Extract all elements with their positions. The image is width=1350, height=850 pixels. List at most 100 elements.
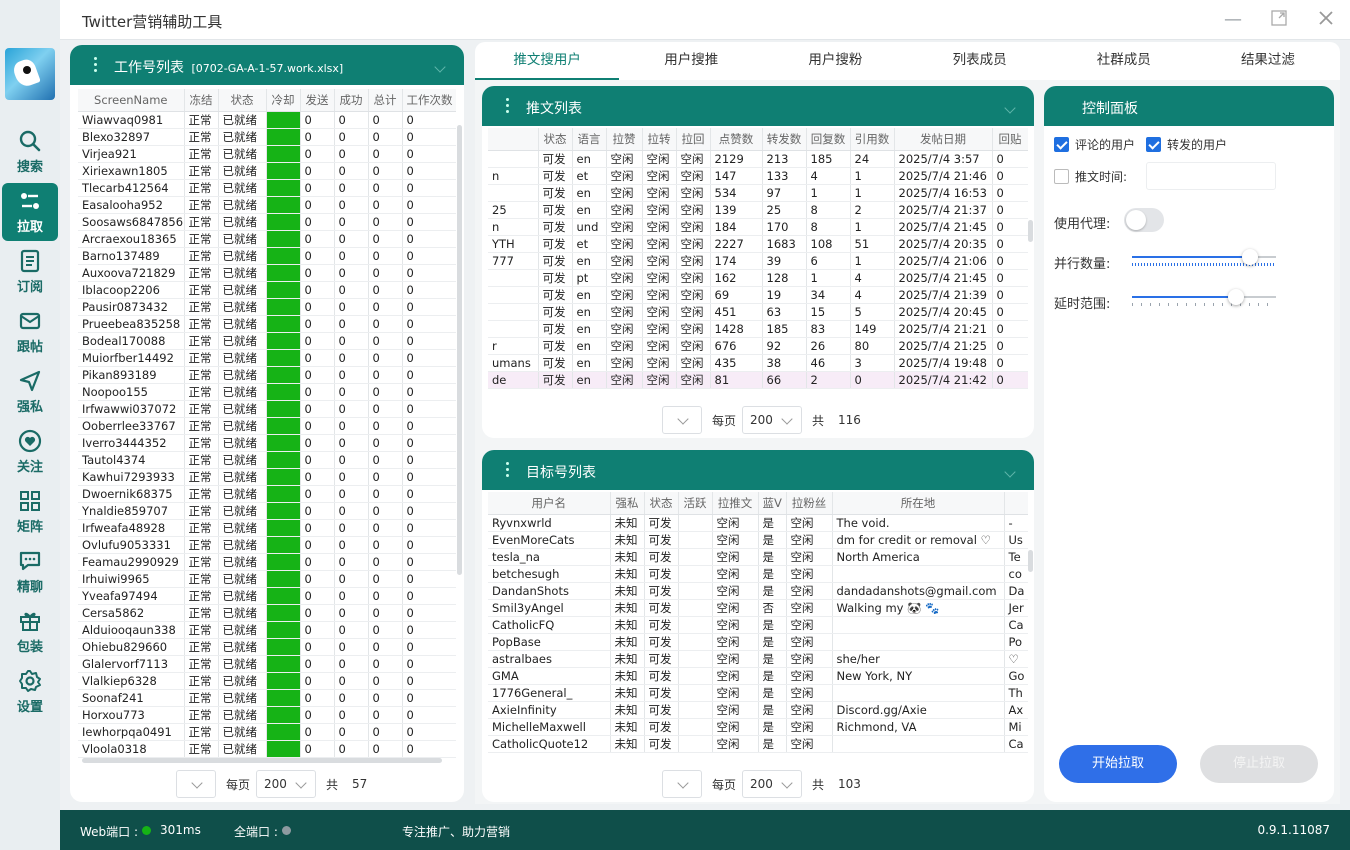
proxy-toggle[interactable] bbox=[1124, 208, 1164, 232]
table-row[interactable]: Vlalkiep6328 正常 已就绪 0 0 0 0 bbox=[78, 672, 456, 690]
table-row[interactable]: Muiorfber14492 正常 已就绪 0 0 0 0 bbox=[78, 349, 456, 367]
table-row[interactable]: 777 可发 en 空闲 空闲 空闲 174 39 6 1 2025/7/4 21:06 0 bbox=[488, 252, 1028, 270]
nav-item-pull[interactable]: 拉取 bbox=[2, 183, 58, 241]
table-row[interactable]: MichelleMaxwell 未知 可发 空闲是空闲 Richmond, VA Mi bbox=[488, 718, 1028, 736]
tweet-time-input[interactable] bbox=[1146, 162, 1276, 190]
chevron-down-icon[interactable] bbox=[434, 61, 446, 73]
table-row[interactable]: astralbaes 未知 可发 空闲是空闲 she/her ♡ bbox=[488, 650, 1028, 668]
table-row[interactable]: Virjea921 正常 已就绪 0 0 0 0 bbox=[78, 145, 456, 163]
table-row[interactable]: Easalooha952 正常 已就绪 0 0 0 0 bbox=[78, 196, 456, 214]
tab-4[interactable]: 社群成员 bbox=[1052, 42, 1196, 80]
table-row[interactable]: tesla_na 未知 可发 空闲是空闲 North America Te bbox=[488, 548, 1028, 566]
table-row[interactable]: Smil3yAngel 未知 可发 空闲否空闲 Walking my 🐼 🐾 Jer bbox=[488, 599, 1028, 617]
table-row[interactable]: Ovlufu9053331 正常 已就绪 0 0 0 0 bbox=[78, 536, 456, 554]
column-header[interactable]: 所在地 bbox=[832, 492, 1005, 515]
nav-item-chat[interactable]: 精聊 bbox=[2, 543, 58, 601]
column-header[interactable]: 拉粉丝 bbox=[786, 492, 833, 515]
table-row[interactable]: Wiawvaq0981 正常 已就绪 0 0 0 0 bbox=[78, 111, 456, 129]
page-select[interactable] bbox=[662, 406, 702, 434]
table-row[interactable]: Irhuiwi9965 正常 已就绪 0 0 0 0 bbox=[78, 570, 456, 588]
column-header[interactable]: 发帖日期 bbox=[894, 128, 993, 151]
tab-1[interactable]: 用户搜推 bbox=[619, 42, 763, 80]
comment-users-checkbox[interactable]: 评论的用户 bbox=[1054, 136, 1135, 153]
per-page-select[interactable]: 200 bbox=[742, 406, 803, 434]
table-row[interactable]: 可发 en 空闲 空闲 空闲 451 63 15 5 2025/7/4 20:45 0 bbox=[488, 303, 1028, 321]
parallel-slider[interactable] bbox=[1132, 249, 1276, 266]
column-header[interactable]: 状态 bbox=[538, 128, 573, 151]
tab-0[interactable]: 推文搜用户 bbox=[475, 42, 620, 80]
close-icon[interactable] bbox=[1315, 9, 1337, 31]
table-row[interactable]: n 可发 et 空闲 空闲 空闲 147 133 4 1 2025/7/4 21:46 0 bbox=[488, 167, 1028, 185]
table-row[interactable]: 1776General_ 未知 可发 空闲是空闲 Th bbox=[488, 684, 1028, 702]
table-row[interactable]: Tlecarb412564 正常 已就绪 0 0 0 0 bbox=[78, 179, 456, 197]
table-row[interactable]: Iblacoop2206 正常 已就绪 0 0 0 0 bbox=[78, 281, 456, 299]
table-row[interactable]: Barno137489 正常 已就绪 0 0 0 0 bbox=[78, 247, 456, 265]
column-header[interactable]: 冻结 bbox=[184, 89, 219, 112]
target-vscroll[interactable] bbox=[1028, 550, 1033, 572]
table-row[interactable]: 可发 en 空闲 空闲 空闲 2129 213 185 24 2025/7/4 3:57 0 bbox=[488, 150, 1028, 168]
column-header[interactable] bbox=[488, 128, 539, 151]
table-row[interactable]: 25 可发 en 空闲 空闲 空闲 139 25 8 2 2025/7/4 21:37 0 bbox=[488, 201, 1028, 219]
table-row[interactable]: Irfweafa48928 正常 已就绪 0 0 0 0 bbox=[78, 519, 456, 537]
table-row[interactable]: Dwoernik68375 正常 已就绪 0 0 0 0 bbox=[78, 485, 456, 503]
table-row[interactable]: CatholicQuote12 未知 可发 空闲是空闲 Ca bbox=[488, 735, 1028, 753]
table-row[interactable]: Vloola0318 正常 已就绪 0 0 0 0 bbox=[78, 740, 456, 758]
table-row[interactable]: Noopoo155 正常 已就绪 0 0 0 0 bbox=[78, 383, 456, 401]
table-row[interactable]: CatholicFQ 未知 可发 空闲是空闲 Ca bbox=[488, 616, 1028, 634]
table-row[interactable]: Xiriexawn1805 正常 已就绪 0 0 0 0 bbox=[78, 162, 456, 180]
table-row[interactable]: Tautol4374 正常 已就绪 0 0 0 0 bbox=[78, 451, 456, 469]
worker-hscroll[interactable] bbox=[82, 758, 442, 763]
nav-item-pack[interactable]: 包装 bbox=[2, 603, 58, 661]
table-row[interactable]: AxieInfinity 未知 可发 空闲是空闲 Discord.gg/Axie Ax bbox=[488, 701, 1028, 719]
table-row[interactable]: Auxoova721829 正常 已就绪 0 0 0 0 bbox=[78, 264, 456, 282]
nav-item-subscribe[interactable]: 订阅 bbox=[2, 243, 58, 301]
table-row[interactable]: umans 可发 en 空闲 空闲 空闲 435 38 46 3 2025/7/4 19:48 0 bbox=[488, 354, 1028, 372]
table-row[interactable]: Soonaf241 正常 已就绪 0 0 0 0 bbox=[78, 689, 456, 707]
drag-handle-icon[interactable] bbox=[94, 57, 98, 73]
column-header[interactable]: 引用数 bbox=[850, 128, 895, 151]
table-row[interactable]: Glalervorf7113 正常 已就绪 0 0 0 0 bbox=[78, 655, 456, 673]
page-select[interactable] bbox=[176, 770, 216, 798]
column-header[interactable]: ScreenName bbox=[78, 89, 185, 112]
tab-5[interactable]: 结果过滤 bbox=[1196, 42, 1340, 80]
table-row[interactable]: Pikan893189 正常 已就绪 0 0 0 0 bbox=[78, 366, 456, 384]
table-row[interactable]: r 可发 en 空闲 空闲 空闲 676 92 26 80 2025/7/4 21:25 0 bbox=[488, 337, 1028, 355]
table-row[interactable]: PopBase 未知 可发 空闲是空闲 Po bbox=[488, 633, 1028, 651]
column-header[interactable]: 工作次数 bbox=[402, 89, 456, 112]
table-row[interactable]: Ooberrlee33767 正常 已就绪 0 0 0 0 bbox=[78, 417, 456, 435]
column-header[interactable]: 成功 bbox=[334, 89, 369, 112]
column-header[interactable]: 总计 bbox=[368, 89, 403, 112]
tweet-vscroll[interactable] bbox=[1028, 220, 1033, 242]
nav-item-matrix[interactable]: 矩阵 bbox=[2, 483, 58, 541]
column-header[interactable]: 转发数 bbox=[762, 128, 807, 151]
nav-item-follow[interactable]: 关注 bbox=[2, 423, 58, 481]
table-row[interactable]: Cersa5862 正常 已就绪 0 0 0 0 bbox=[78, 604, 456, 622]
table-row[interactable]: Soosaws6847856 正常 已就绪 0 0 0 0 bbox=[78, 213, 456, 231]
column-header[interactable] bbox=[1004, 492, 1028, 515]
drag-handle-icon[interactable] bbox=[506, 462, 510, 478]
table-row[interactable]: Yveafa97494 正常 已就绪 0 0 0 0 bbox=[78, 587, 456, 605]
table-row[interactable]: de 可发 en 空闲 空闲 空闲 81 66 2 0 2025/7/4 21:42 0 bbox=[488, 371, 1028, 389]
column-header[interactable]: 发送 bbox=[300, 89, 335, 112]
nav-item-follow-post[interactable]: 跟帖 bbox=[2, 303, 58, 361]
column-header[interactable]: 拉推文 bbox=[712, 492, 759, 515]
table-row[interactable]: Ynaldie859707 正常 已就绪 0 0 0 0 bbox=[78, 502, 456, 520]
per-page-select[interactable]: 200 bbox=[256, 770, 317, 798]
table-row[interactable]: Horxou773 正常 已就绪 0 0 0 0 bbox=[78, 706, 456, 724]
column-header[interactable]: 拉回 bbox=[676, 128, 711, 151]
table-row[interactable]: DandanShots 未知 可发 空闲是空闲 dandadanshots@gmail.… bbox=[488, 582, 1028, 600]
table-row[interactable]: 可发 pt 空闲 空闲 空闲 162 128 1 4 2025/7/4 21:45 0 bbox=[488, 269, 1028, 287]
tab-2[interactable]: 用户搜粉 bbox=[763, 42, 907, 80]
table-row[interactable]: Ohiebu829660 正常 已就绪 0 0 0 0 bbox=[78, 638, 456, 656]
column-header[interactable]: 状态 bbox=[218, 89, 267, 112]
table-row[interactable]: Irfwawwi037072 正常 已就绪 0 0 0 0 bbox=[78, 400, 456, 418]
chevron-down-icon[interactable] bbox=[1004, 466, 1016, 478]
table-row[interactable]: Kawhui7293933 正常 已就绪 0 0 0 0 bbox=[78, 468, 456, 486]
page-select[interactable] bbox=[662, 770, 702, 798]
tweet-time-checkbox[interactable]: 推文时间: bbox=[1054, 168, 1127, 185]
table-row[interactable]: Arcraexou18365 正常 已就绪 0 0 0 0 bbox=[78, 230, 456, 248]
table-row[interactable]: Blexo32897 正常 已就绪 0 0 0 0 bbox=[78, 128, 456, 146]
column-header[interactable]: 蓝V bbox=[758, 492, 787, 515]
column-header[interactable]: 活跃 bbox=[678, 492, 713, 515]
table-row[interactable]: 可发 en 空闲 空闲 空闲 69 19 34 4 2025/7/4 21:39 0 bbox=[488, 286, 1028, 304]
